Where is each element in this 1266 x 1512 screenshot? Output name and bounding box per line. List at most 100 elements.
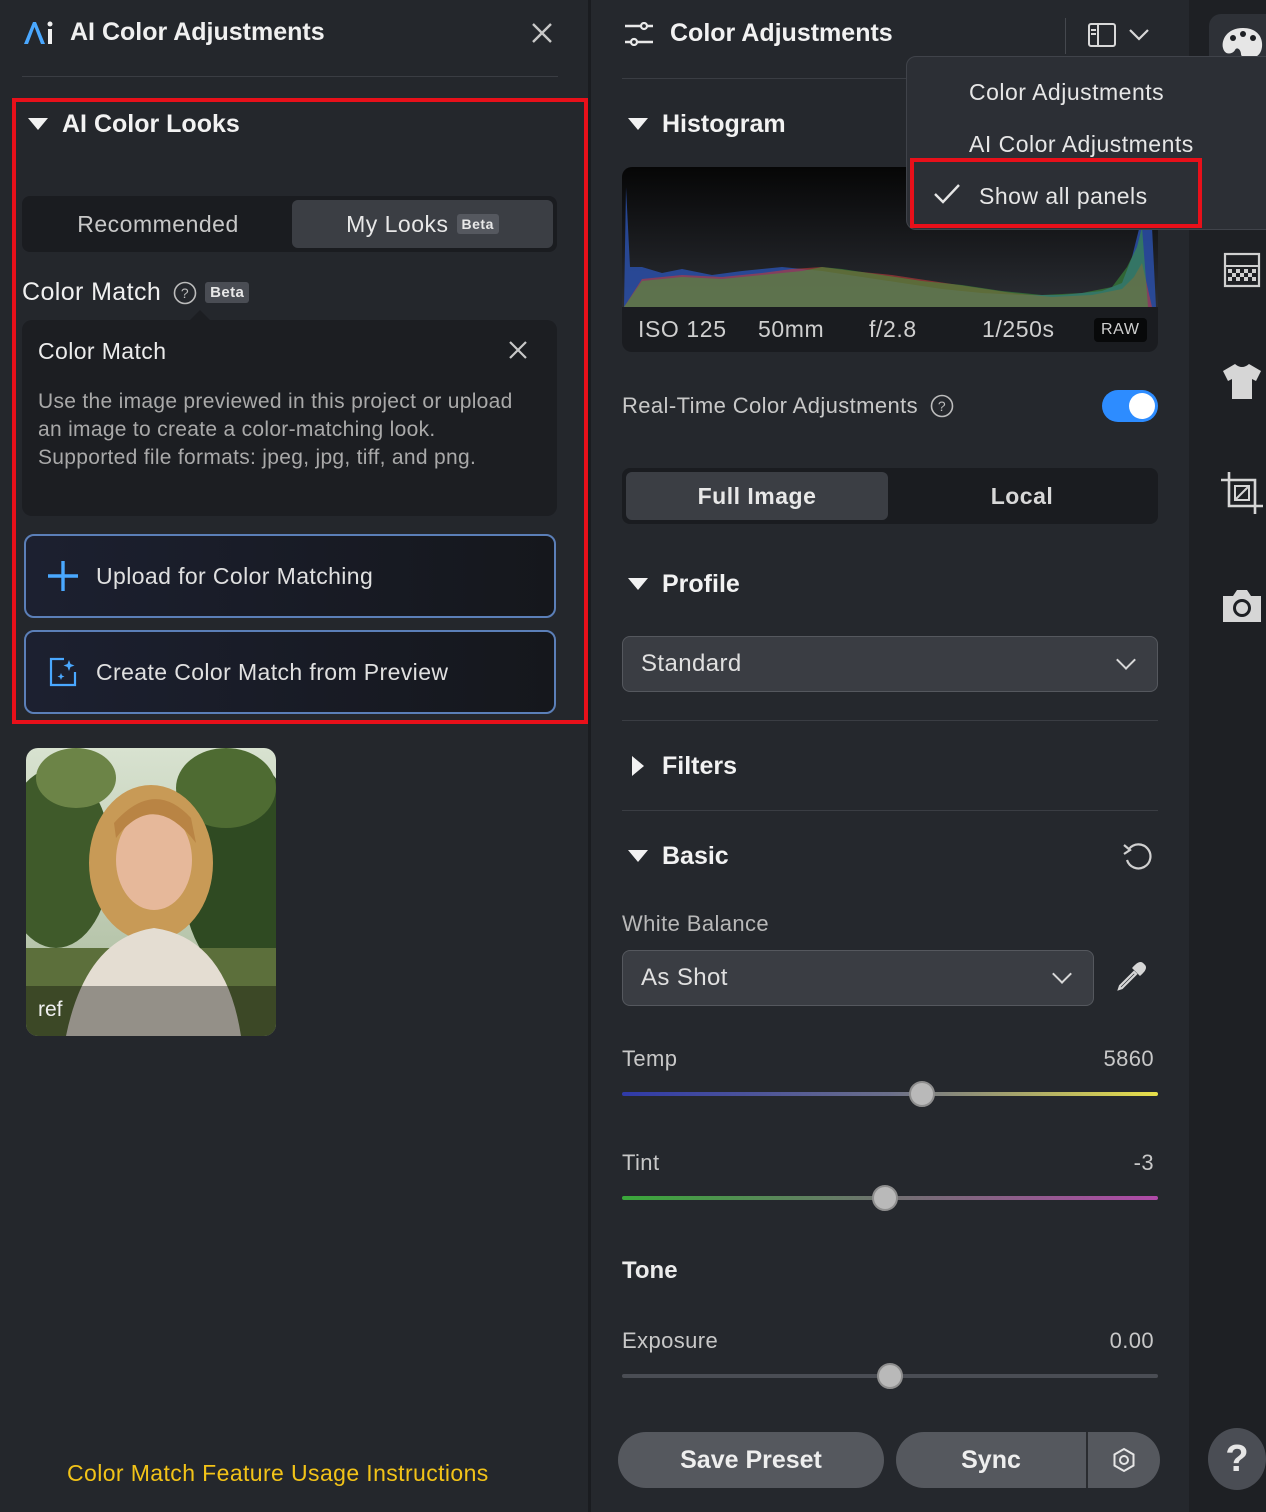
panel-view-menu: Color Adjustments AI Color Adjustments S…: [906, 56, 1266, 230]
dropdown-value: As Shot: [641, 964, 728, 991]
section-title-profile[interactable]: Profile: [662, 570, 740, 599]
panel-layout-icon[interactable]: [1087, 22, 1117, 48]
button-label: Create Color Match from Preview: [96, 658, 449, 685]
temp-slider-knob[interactable]: [909, 1081, 936, 1107]
exif-focal: 50mm: [758, 316, 825, 342]
tint-label: Tint: [622, 1150, 660, 1175]
ai-color-adjustments-panel: AI Color Adjustments AI Color Looks Reco…: [0, 0, 588, 1512]
color-match-row: Color Match ? Beta: [22, 278, 250, 307]
exposure-value[interactable]: 0.00: [991, 1328, 1154, 1354]
help-icon[interactable]: ?: [930, 394, 954, 418]
collapse-triangle-icon[interactable]: [628, 578, 648, 590]
camera-icon[interactable]: [1221, 586, 1263, 624]
create-color-match-from-preview-button[interactable]: Create Color Match from Preview: [24, 630, 556, 714]
divider: [622, 78, 942, 79]
svg-text:?: ?: [938, 398, 946, 414]
temp-slider-track[interactable]: [622, 1092, 1158, 1096]
checkmark-icon: [934, 184, 960, 204]
menu-item-show-all-panels[interactable]: Show all panels: [979, 183, 1148, 210]
button-label: Save Preset: [680, 1445, 822, 1474]
sparkle-frame-icon: [49, 657, 77, 687]
sync-button[interactable]: Sync: [896, 1432, 1160, 1488]
realtime-toggle[interactable]: [1102, 390, 1158, 422]
section-title-ai-color-looks[interactable]: AI Color Looks: [62, 110, 240, 139]
exif-aperture: f/2.8: [869, 316, 917, 342]
temp-value[interactable]: 5860: [991, 1046, 1154, 1072]
tab-label: Full Image: [697, 482, 817, 509]
exif-row: ISO 125 50mm f/2.8 1/250s RAW: [622, 307, 1158, 352]
tint-slider-knob[interactable]: [871, 1185, 898, 1211]
help-button[interactable]: ?: [1208, 1428, 1266, 1490]
tab-full-image[interactable]: Full Image: [626, 472, 888, 520]
exif-iso: ISO 125: [638, 316, 727, 342]
temp-label: Temp: [622, 1046, 678, 1071]
collapse-triangle-icon[interactable]: [628, 850, 648, 862]
collapse-triangle-icon[interactable]: [628, 118, 648, 130]
section-title-histogram[interactable]: Histogram: [662, 110, 786, 139]
tab-label: Recommended: [77, 210, 239, 237]
toggle-knob: [1129, 393, 1155, 419]
white-balance-dropdown[interactable]: As Shot: [622, 950, 1094, 1006]
tab-label: My Looks: [346, 210, 449, 237]
panel-title: AI Color Adjustments: [70, 18, 325, 46]
svg-text:?: ?: [181, 285, 189, 301]
divider: [1086, 1432, 1088, 1488]
save-preset-button[interactable]: Save Preset: [618, 1432, 884, 1488]
scope-tab-bar: Full Image Local: [622, 468, 1158, 524]
divider: [1065, 18, 1066, 54]
collapse-triangle-icon[interactable]: [28, 118, 48, 130]
tab-recommended[interactable]: Recommended: [26, 200, 290, 248]
beta-badge: Beta: [456, 214, 499, 234]
tooltip-title: Color Match: [38, 338, 167, 364]
chevron-down-icon[interactable]: [1128, 28, 1150, 42]
divider: [622, 720, 1158, 721]
crop-icon[interactable]: [1219, 470, 1265, 516]
tab-my-looks[interactable]: My Looks Beta: [292, 200, 553, 248]
help-icon[interactable]: ?: [173, 281, 197, 305]
expand-triangle-icon[interactable]: [632, 756, 644, 776]
color-match-label: Color Match: [22, 278, 162, 306]
texture-icon[interactable]: [1223, 252, 1261, 288]
dropdown-value: Standard: [641, 650, 742, 677]
menu-item-ai-color-adjustments[interactable]: AI Color Adjustments: [969, 131, 1194, 158]
realtime-label: Real-Time Color Adjustments: [622, 393, 919, 418]
tab-local[interactable]: Local: [890, 472, 1154, 520]
usage-instructions-link[interactable]: Color Match Feature Usage Instructions: [67, 1460, 489, 1487]
reference-photo: [26, 748, 276, 1036]
close-icon[interactable]: [531, 22, 553, 44]
reset-icon[interactable]: [1121, 840, 1155, 872]
section-title-filters[interactable]: Filters: [662, 752, 737, 781]
tab-label: Local: [990, 482, 1054, 509]
tint-value[interactable]: -3: [991, 1150, 1154, 1176]
exposure-slider-knob[interactable]: [877, 1363, 903, 1389]
exif-shutter: 1/250s: [982, 316, 1055, 342]
menu-item-color-adjustments[interactable]: Color Adjustments: [969, 79, 1164, 106]
tshirt-icon[interactable]: [1221, 362, 1263, 400]
tooltip-body: Use the image previewed in this project …: [38, 390, 513, 469]
section-title-basic[interactable]: Basic: [662, 842, 729, 871]
sync-settings-icon[interactable]: [1111, 1447, 1137, 1473]
profile-dropdown[interactable]: Standard: [622, 636, 1158, 692]
raw-badge: RAW: [1094, 317, 1147, 342]
panel-title: Color Adjustments: [670, 19, 893, 47]
reference-thumbnail[interactable]: ref: [26, 748, 276, 1036]
realtime-row: Real-Time Color Adjustments ?: [622, 393, 954, 419]
thumbnail-label: ref: [38, 998, 63, 1021]
button-label: Upload for Color Matching: [96, 562, 374, 589]
palette-icon[interactable]: [1219, 26, 1266, 60]
white-balance-label: White Balance: [622, 911, 770, 936]
divider: [22, 76, 558, 77]
beta-badge: Beta: [205, 282, 250, 303]
looks-tab-bar: Recommended My Looks Beta: [22, 196, 557, 252]
upload-for-color-matching-button[interactable]: Upload for Color Matching: [24, 534, 556, 618]
adjustments-icon: [625, 22, 653, 46]
ai-logo-icon: [24, 21, 53, 44]
divider: [622, 810, 1158, 811]
eyedropper-icon[interactable]: [1114, 960, 1148, 994]
button-label: Sync: [961, 1445, 1021, 1474]
close-icon[interactable]: [508, 340, 528, 360]
plus-icon: [48, 561, 78, 591]
tone-title: Tone: [622, 1257, 678, 1284]
chevron-down-icon: [1052, 964, 1072, 984]
chevron-down-icon: [1116, 650, 1136, 670]
